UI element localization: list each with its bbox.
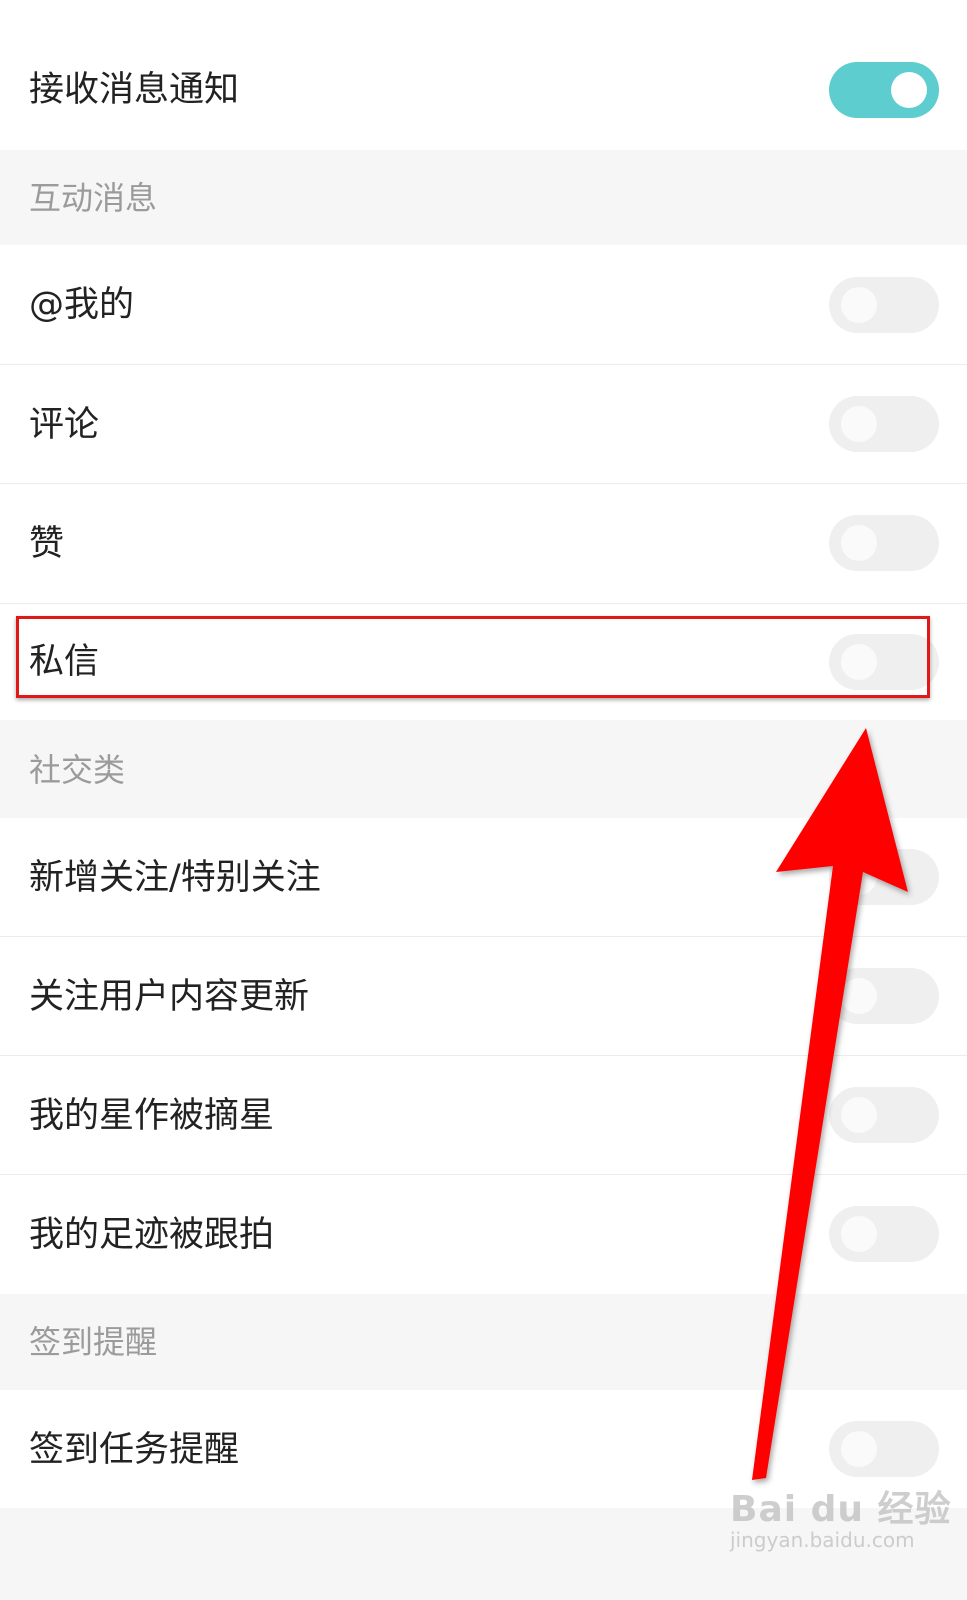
watermark-brand: Bai du 经验 bbox=[730, 1489, 952, 1530]
annotation-arrow bbox=[752, 728, 908, 1480]
arrow-shape bbox=[752, 728, 908, 1480]
watermark: Bai du 经验 jingyan.baidu.com bbox=[730, 1480, 952, 1552]
